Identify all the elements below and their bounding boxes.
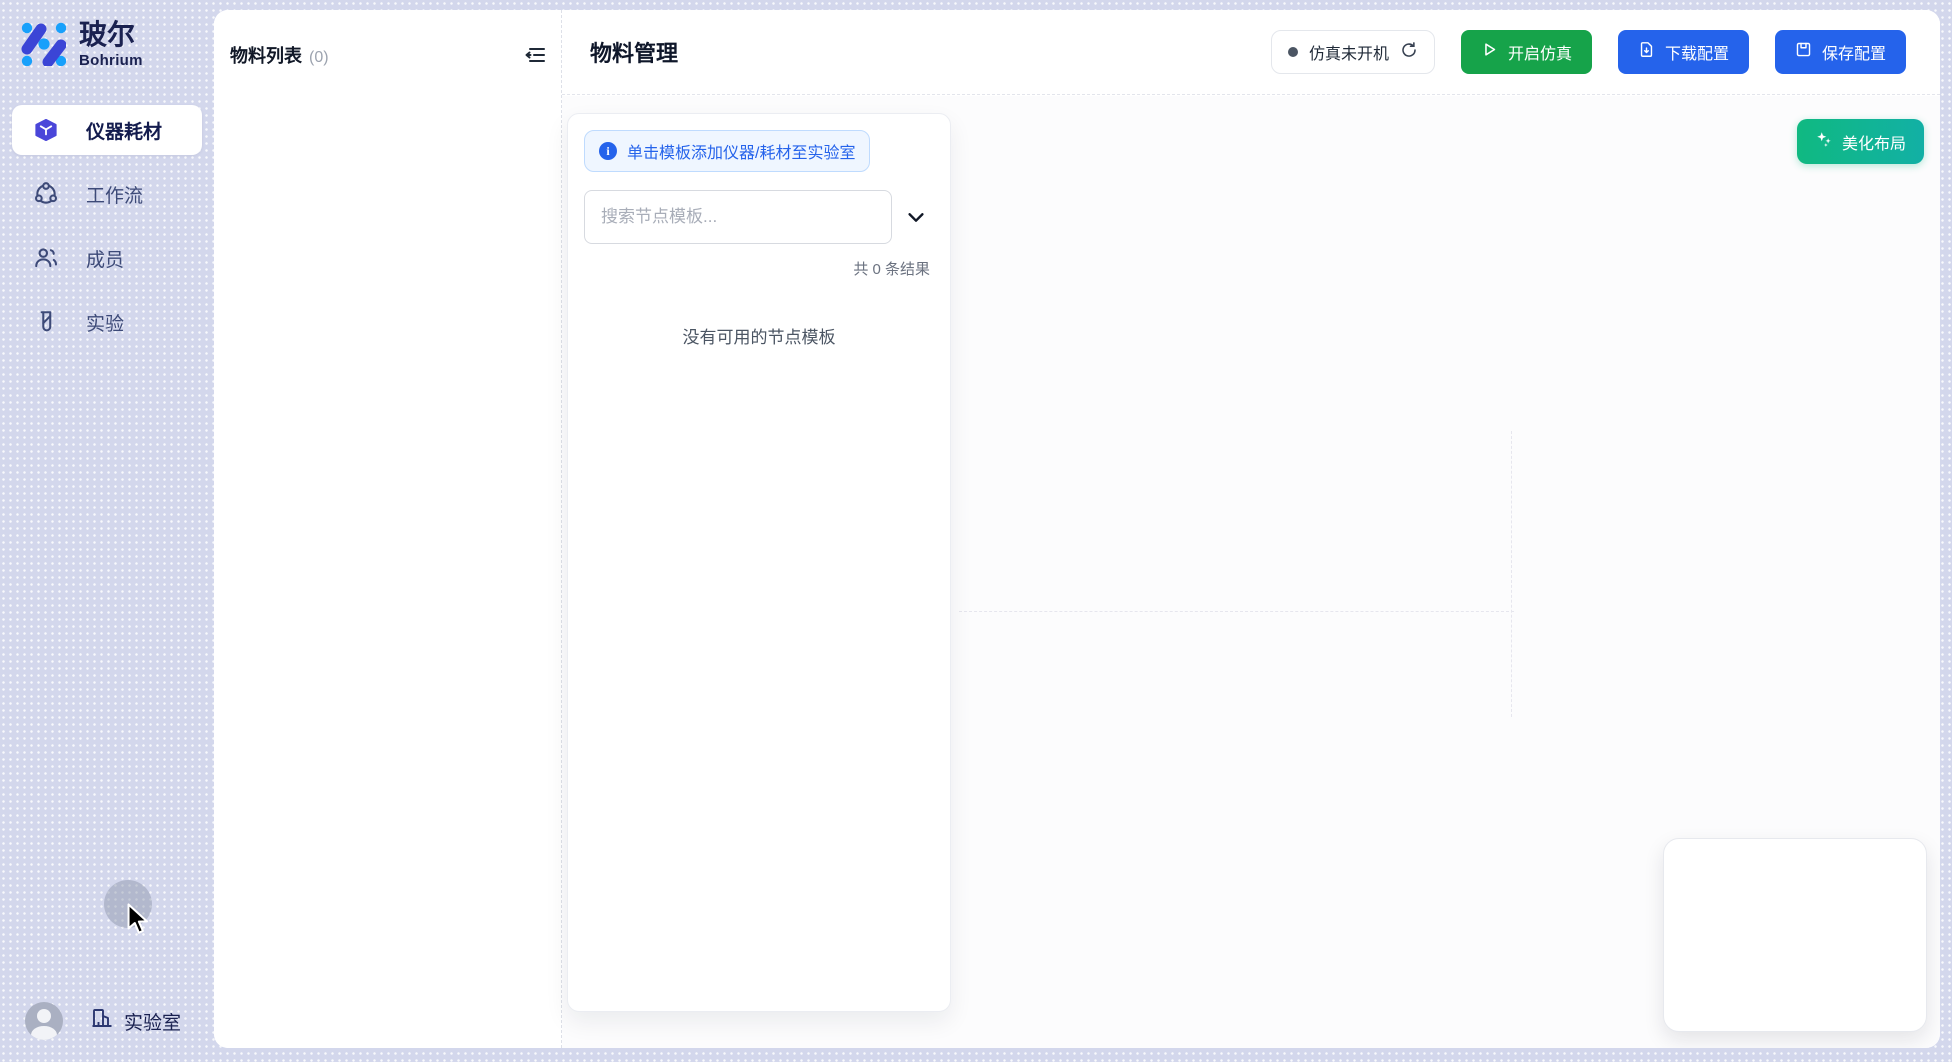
user-avatar[interactable] (25, 1002, 63, 1040)
members-icon (33, 245, 59, 271)
materials-count: (0) (309, 49, 329, 66)
simulation-status-label: 仿真未开机 (1309, 40, 1389, 64)
lab-label: 实验室 (124, 1008, 181, 1035)
materials-list-title: 物料列表(0) (230, 42, 329, 68)
main-window: 物料列表(0) 物料管理 仿真未开机 (214, 10, 1940, 1048)
save-icon (1795, 41, 1812, 63)
workflow-icon (33, 181, 59, 207)
sidebar-item-workflow[interactable]: 工作流 (12, 169, 202, 219)
download-config-button[interactable]: 下载配置 (1618, 30, 1749, 74)
sidebar-footer: 实验室 (25, 1002, 181, 1040)
sidebar-item-label: 工作流 (86, 181, 143, 208)
lab-switcher[interactable]: 实验室 (90, 1006, 181, 1036)
sidebar-item-instruments[interactable]: 仪器耗材 (12, 105, 202, 155)
info-icon: i (599, 142, 617, 160)
minimap[interactable] (1663, 838, 1927, 1032)
sparkles-icon (1815, 130, 1833, 153)
refresh-icon[interactable] (1400, 41, 1418, 64)
play-icon (1481, 41, 1498, 63)
file-download-icon (1638, 41, 1655, 63)
main-region: 物料管理 仿真未开机 (562, 10, 1940, 1048)
result-count: 共 0 条结果 (584, 258, 934, 279)
sidebar-item-label: 成员 (86, 245, 124, 272)
building-icon (90, 1006, 114, 1036)
start-simulation-button[interactable]: 开启仿真 (1461, 30, 1592, 74)
collapse-panel-icon[interactable] (523, 43, 547, 67)
experiment-icon (33, 309, 59, 335)
info-banner: i 单击模板添加仪器/耗材至实验室 (584, 130, 870, 172)
brand-name-en: Bohrium (79, 52, 143, 69)
empty-state-text: 没有可用的节点模板 (584, 323, 934, 348)
brand-name-zh: 玻尔 (79, 17, 143, 52)
sidebar-item-label: 实验 (86, 309, 124, 336)
sidebar-menu: 仪器耗材 工作流 成员 (0, 105, 214, 347)
chevron-down-icon[interactable] (905, 206, 927, 228)
bohrium-logo-icon (13, 13, 66, 66)
page-title: 物料管理 (590, 36, 678, 68)
cube-icon (33, 117, 59, 143)
sidebar-item-members[interactable]: 成员 (12, 233, 202, 283)
mouse-cursor (126, 903, 150, 935)
save-config-button[interactable]: 保存配置 (1775, 30, 1906, 74)
simulation-status-pill[interactable]: 仿真未开机 (1271, 30, 1435, 74)
brand-logo: 玻尔 Bohrium (0, 0, 214, 69)
node-template-panel: i 单击模板添加仪器/耗材至实验室 共 0 条结果 没有可用的节点模板 (567, 113, 951, 1012)
layout-canvas[interactable]: i 单击模板添加仪器/耗材至实验室 共 0 条结果 没有可用的节点模板 (562, 96, 1940, 1048)
canvas-grid-line (1511, 431, 1512, 717)
status-dot-icon (1288, 47, 1298, 57)
info-banner-text: 单击模板添加仪器/耗材至实验室 (627, 139, 855, 163)
canvas-grid-line (959, 611, 1514, 612)
sidebar-item-label: 仪器耗材 (86, 117, 162, 144)
sidebar-item-experiment[interactable]: 实验 (12, 297, 202, 347)
main-header: 物料管理 仿真未开机 (562, 10, 1940, 95)
beautify-layout-button[interactable]: 美化布局 (1797, 119, 1924, 164)
search-input[interactable] (584, 190, 892, 244)
materials-list-panel: 物料列表(0) (214, 10, 561, 1048)
